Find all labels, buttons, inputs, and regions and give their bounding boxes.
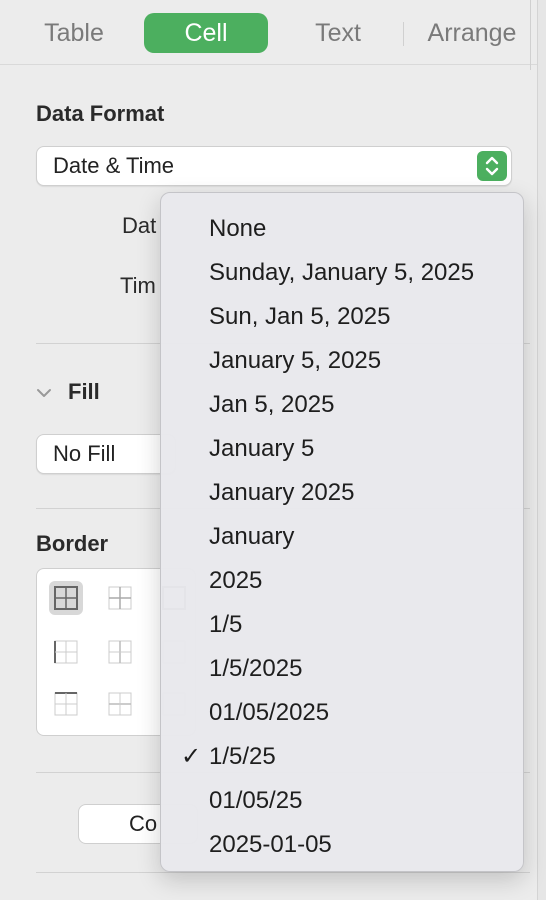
- fill-select[interactable]: No Fill: [36, 434, 176, 474]
- top-border-icon[interactable]: [49, 687, 83, 721]
- tab-bar: Table Cell Text Arrange: [0, 0, 546, 65]
- panel-edge: [530, 0, 531, 70]
- horizontal-center-border-icon[interactable]: [103, 687, 137, 721]
- menu-item[interactable]: January 5: [209, 434, 314, 464]
- menu-item[interactable]: 01/05/2025: [209, 698, 329, 728]
- tab-divider: [403, 22, 404, 46]
- menu-item[interactable]: 1/5/25: [209, 742, 276, 772]
- data-format-select[interactable]: Date & Time: [36, 146, 512, 186]
- divider: [36, 872, 530, 873]
- date-format-menu: None Sunday, January 5, 2025 Sun, Jan 5, 2…: [160, 192, 524, 872]
- stepper-icon: [477, 151, 507, 181]
- left-border-icon[interactable]: [49, 635, 83, 669]
- menu-item[interactable]: 2025: [209, 566, 262, 596]
- menu-item[interactable]: January: [209, 522, 294, 552]
- menu-item[interactable]: None: [209, 214, 266, 244]
- button-label: Co: [129, 811, 158, 836]
- tab-text[interactable]: Text: [300, 13, 376, 53]
- menu-item[interactable]: January 5, 2025: [209, 346, 381, 376]
- time-label: Tim: [120, 273, 156, 298]
- menu-item[interactable]: January 2025: [209, 478, 354, 508]
- data-format-value: Date & Time: [53, 153, 175, 178]
- checkmark-icon: ✓: [181, 743, 202, 770]
- vertical-center-border-icon[interactable]: [103, 635, 137, 669]
- menu-item[interactable]: 1/5/2025: [209, 654, 302, 684]
- tab-arrange[interactable]: Arrange: [418, 13, 526, 53]
- tab-cell[interactable]: Cell: [144, 13, 268, 53]
- date-label: Dat: [122, 213, 157, 238]
- menu-item[interactable]: 1/5: [209, 610, 242, 640]
- inner-borders-icon[interactable]: [103, 581, 137, 615]
- menu-item[interactable]: Jan 5, 2025: [209, 390, 334, 420]
- menu-item[interactable]: 01/05/25: [209, 786, 302, 816]
- chevron-down-icon[interactable]: [36, 386, 52, 405]
- all-borders-icon[interactable]: [49, 581, 83, 615]
- panel-right-edge: [537, 0, 546, 900]
- fill-title: Fill: [68, 379, 100, 404]
- menu-item[interactable]: Sunday, January 5, 2025: [209, 258, 474, 288]
- menu-item[interactable]: Sun, Jan 5, 2025: [209, 302, 390, 332]
- data-format-title: Data Format: [36, 101, 165, 126]
- fill-value: No Fill: [53, 441, 116, 466]
- tab-table[interactable]: Table: [30, 13, 118, 53]
- menu-item[interactable]: 2025-01-05: [209, 830, 332, 860]
- border-title: Border: [36, 531, 109, 556]
